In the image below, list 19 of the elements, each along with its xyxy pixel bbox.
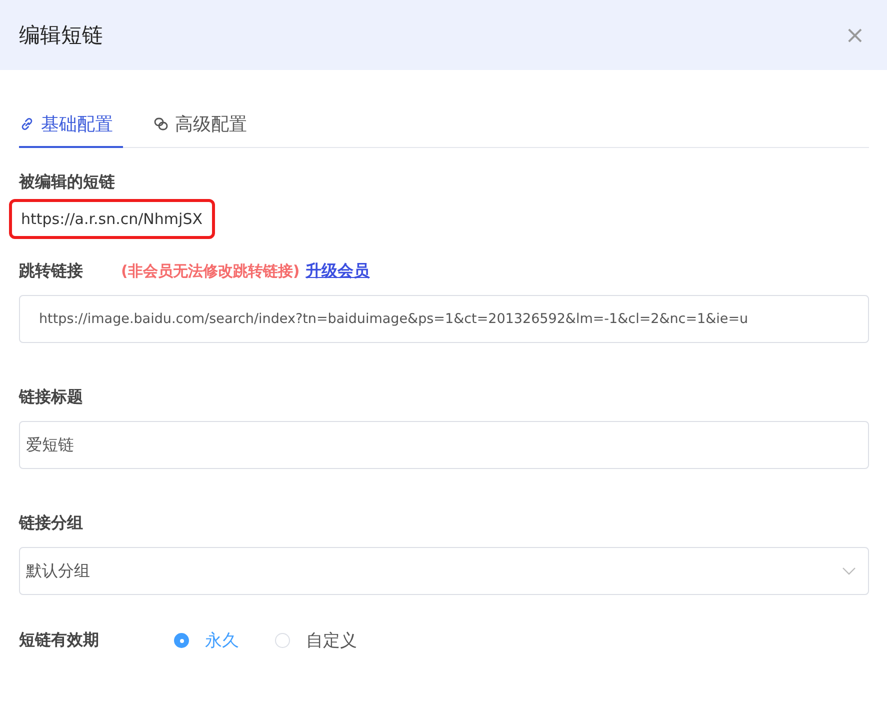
field-label: 链接标题: [19, 387, 84, 408]
input-field[interactable]: https://image.baidu.com/search/index?tn=baiduimage&ps=1&ct=201326592&lm=-1&cl=2&nc=1&ie=u: [19, 295, 869, 343]
tab[interactable]: 基础配置: [19, 108, 123, 148]
radio-label[interactable]: 自定义: [306, 629, 357, 652]
select-field[interactable]: 默认分组: [19, 547, 869, 595]
link-icon: [19, 116, 35, 132]
notice-text: (非会员无法修改跳转链接): [121, 262, 300, 281]
field-label: 链接分组: [19, 513, 84, 534]
chevron-down-icon: [842, 567, 856, 575]
dialog-title: 编辑短链: [19, 22, 103, 49]
upgrade-link[interactable]: 升级会员: [306, 261, 370, 282]
input-field[interactable]: 爱短链: [19, 421, 869, 469]
field-label: 跳转链接: [19, 261, 83, 282]
short-link-text: https://a.r.sn.cn/NhmjSX: [9, 199, 214, 239]
tab[interactable]: 高级配置: [153, 108, 257, 148]
field-label: 被编辑的短链: [19, 172, 116, 193]
field-label: 短链有效期: [19, 630, 100, 651]
rings-icon: [153, 116, 169, 132]
radio-button[interactable]: [174, 633, 189, 648]
